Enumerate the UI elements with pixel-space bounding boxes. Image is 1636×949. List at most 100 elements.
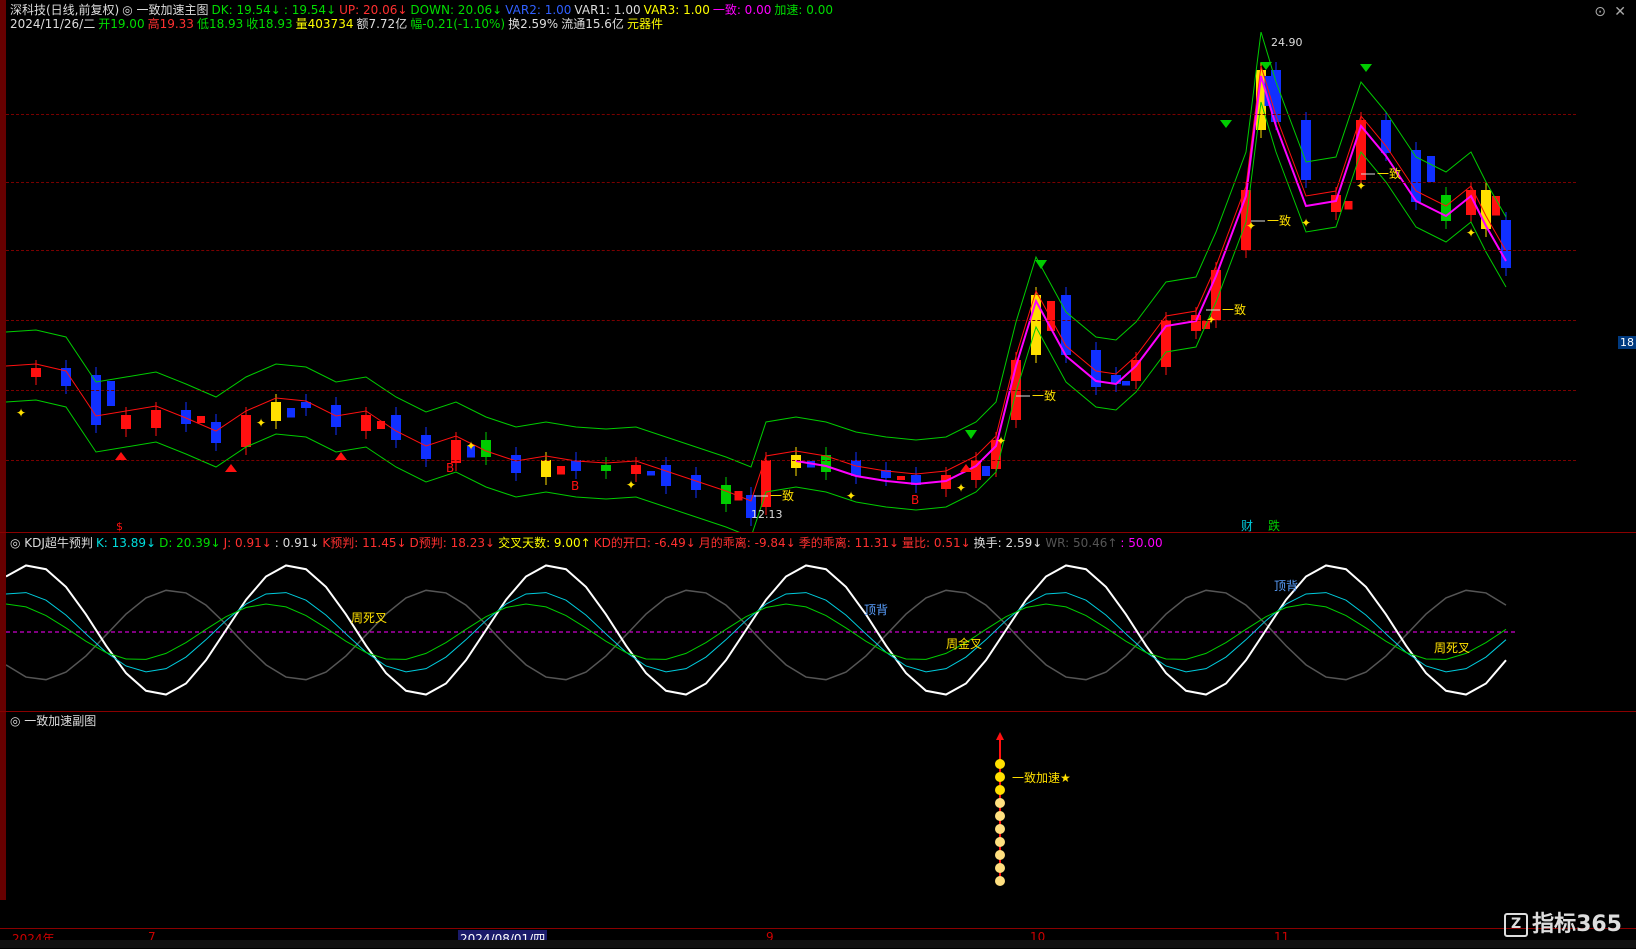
kdj-value: : 50.00 (1120, 536, 1163, 550)
header-value-item: DK: 19.54↓ (211, 3, 281, 17)
panel-divider (0, 711, 1636, 712)
candle-body (1344, 201, 1353, 210)
candle-body (211, 422, 221, 443)
kdj-annotation: 顶背 (1274, 579, 1298, 593)
sub-chart[interactable]: 一致加速★ (6, 728, 1576, 928)
header-value-item: 加速: 0.00 (774, 3, 833, 17)
kdj-value: 季的乖离: 11.31↓ (798, 536, 900, 550)
logo-text: 指标365 (1532, 912, 1622, 937)
b-label: B (571, 479, 579, 493)
coin-icon (995, 785, 1005, 795)
candle-body (241, 415, 251, 447)
coin-icon (995, 798, 1005, 808)
ohlc-value-item: 收18.93 (246, 17, 293, 31)
b-label: B (446, 461, 454, 475)
sub-panel-title: ◎ 一致加速副图 (10, 714, 97, 728)
ohlc-value-item: 开19.00 (98, 17, 145, 31)
candle-body (982, 466, 990, 476)
candle-body (287, 408, 295, 418)
candle-body (851, 460, 861, 476)
ohlc-value-item: 元器件 (626, 17, 663, 31)
header-value-item: VAR2: 1.00 (505, 3, 572, 17)
butterfly-icon: ✦ (846, 489, 856, 503)
brand-logo: Z 指标365 (1504, 906, 1622, 938)
candle-body (1131, 360, 1141, 381)
kdj-value: J: 0.91↓ (223, 536, 272, 550)
ohlc-value-item: 2024/11/26/二 (10, 17, 96, 31)
butterfly-icon: ✦ (1466, 226, 1476, 240)
candle-body (1427, 156, 1435, 182)
yizhi-label: 一致 (1377, 167, 1401, 181)
kdj-chart[interactable]: 周死叉顶背顶背周金叉 周死叉 (6, 550, 1576, 710)
high-price-label: 24.90 (1271, 36, 1303, 49)
candle-body (1191, 315, 1201, 331)
butterfly-icon: ✦ (626, 478, 636, 492)
buy-triangle (965, 430, 977, 439)
kdj-annotation: 顶背 (864, 603, 888, 617)
ohlc-value-item: 低18.93 (196, 17, 244, 31)
butterfly-icon: ✦ (956, 481, 966, 495)
header-value-item: ◎ 一致加速主图 (122, 3, 209, 17)
grid-line (6, 320, 1576, 321)
buy-triangle (1220, 120, 1232, 128)
ohlc-value-item: 额7.72亿 (356, 17, 408, 31)
coin-icon (995, 863, 1005, 873)
header-value-item: VAR1: 1.00 (574, 3, 641, 17)
main-kline-chart[interactable]: ✦✦✦✦✦✦✦✦ ✦✦✦✦一致一致一致一致一致BBB24.9012.13$ 财跌 (6, 32, 1576, 532)
kdj-value: WR: 50.46↑ (1045, 536, 1118, 550)
candle-body (1122, 381, 1130, 386)
candle-body (511, 455, 521, 473)
sell-triangle (115, 452, 127, 460)
candle-body (361, 415, 371, 431)
candle-body (541, 460, 551, 477)
ohlc-value-item: 高19.33 (147, 17, 194, 31)
candle-body (121, 415, 131, 429)
candle-body (391, 415, 401, 440)
coin-icon (995, 850, 1005, 860)
kdj-value: KD的开口: -6.49↓ (593, 536, 696, 550)
restore-icon[interactable]: ⊙ (1594, 4, 1606, 20)
yizhi-label: 一致 (1032, 389, 1056, 403)
b-label: B (911, 493, 919, 507)
candle-body (107, 381, 115, 406)
candle-body (377, 421, 385, 429)
header-value-item: UP: 20.06↓ (339, 3, 408, 17)
header-value-item: VAR3: 1.00 (643, 3, 710, 17)
ma-line (6, 65, 1507, 502)
sell-triangle (335, 452, 347, 460)
price-tag: 18 (1618, 336, 1636, 349)
ohlc-value-item: 流通15.6亿 (561, 17, 624, 31)
candle-body (897, 476, 905, 480)
candle-body (1331, 195, 1341, 212)
kdj-annotation: 周死叉 (1434, 641, 1470, 655)
yizhi-label: 一致 (1267, 214, 1291, 228)
coin-icon (995, 759, 1005, 769)
header-row-2: 2024/11/26/二 开19.00 高19.33 低18.93 收18.93 量403… (10, 17, 666, 31)
panel-divider (0, 532, 1636, 533)
grid-line (6, 460, 1576, 461)
wr-line (6, 589, 1507, 681)
grid-line (6, 114, 1576, 115)
coin-icon (995, 824, 1005, 834)
ohlc-value-item: 换2.59% (508, 17, 559, 31)
buy-triangle (1035, 260, 1047, 269)
grid-line (6, 250, 1576, 251)
header-value-item: : 19.54↓ (283, 3, 337, 17)
kdj-value: 换手: 2.59↓ (973, 536, 1043, 550)
kdj-value: : 0.91↓ (274, 536, 320, 550)
butterfly-icon: ✦ (256, 416, 266, 430)
header-value-item: 一致: 0.00 (712, 3, 772, 17)
coin-icon (995, 837, 1005, 847)
header-value-item: DOWN: 20.06↓ (410, 3, 503, 17)
candle-body (151, 410, 161, 428)
candle-body (1301, 120, 1311, 180)
kdj-value: D: 20.39↓ (159, 536, 221, 550)
candle-body (481, 440, 491, 457)
header-row-1: 深科技(日线,前复权) ◎ 一致加速主图 DK: 19.54↓: 19.54↓ UP:… (10, 3, 836, 17)
kdj-annotation: 周金叉 (946, 636, 982, 651)
butterfly-icon: ✦ (1301, 216, 1311, 230)
bottom-status-bar (0, 940, 1636, 948)
yizhi-line (795, 75, 1507, 486)
ohlc-value-item: 量403734 (295, 17, 354, 31)
close-icon[interactable]: ✕ (1614, 4, 1626, 20)
